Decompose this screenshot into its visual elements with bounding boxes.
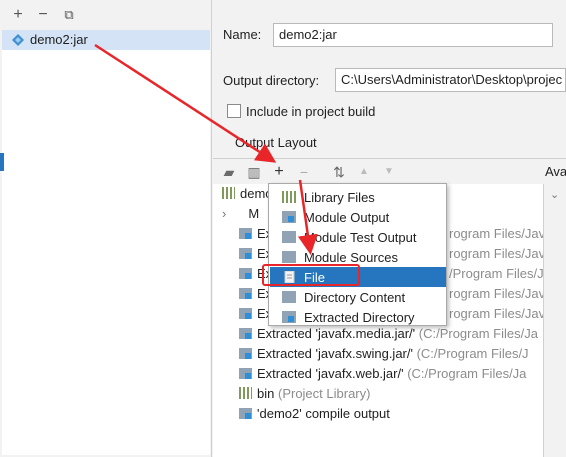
arrow-to-file-item [297, 179, 318, 255]
annotation-arrows [94, 43, 318, 255]
arrow-to-add-button [94, 43, 277, 163]
